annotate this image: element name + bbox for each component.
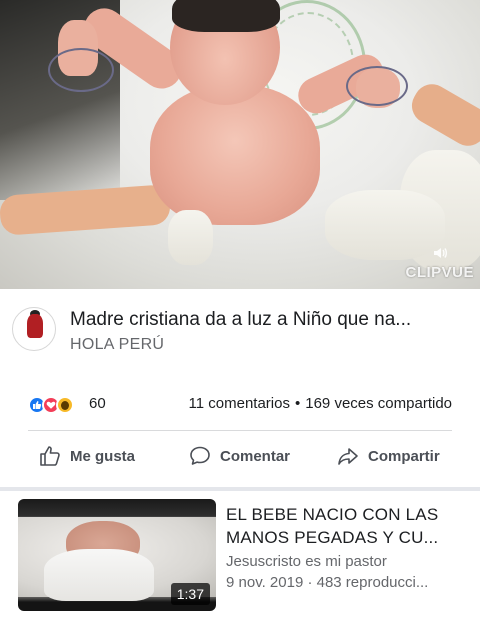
thumbs-up-icon xyxy=(38,444,62,468)
suggested-meta: 9 nov. 2019 · 483 reproducci... xyxy=(226,574,429,591)
thumbnail-blanket xyxy=(44,549,154,601)
reactions-bar: 60 11 comentarios • 169 veces compartido xyxy=(0,386,480,422)
video-player[interactable]: CLIPVUE xyxy=(0,0,480,289)
comment-button[interactable]: Comentar xyxy=(188,444,290,468)
shares-count[interactable]: 169 veces compartido xyxy=(305,395,452,412)
baby-hair xyxy=(172,0,280,32)
share-label: Compartir xyxy=(368,447,440,465)
watermark-brand: CLIPVUE xyxy=(405,264,474,281)
action-bar: Me gusta Comentar Compartir xyxy=(0,440,480,474)
wow-reaction-icon xyxy=(56,396,74,414)
comment-bubble-icon xyxy=(188,444,212,468)
video-duration: 1:37 xyxy=(170,583,210,605)
reaction-count[interactable]: 60 xyxy=(89,395,106,412)
highlight-circle-left xyxy=(48,48,114,92)
comment-label: Comentar xyxy=(220,447,291,465)
video-thumbnail[interactable]: 1:37 xyxy=(18,499,216,611)
highlight-circle-right xyxy=(346,66,408,106)
divider xyxy=(28,430,452,431)
logo-figure xyxy=(27,314,43,338)
engagement-meta: 11 comentarios • 169 veces compartido xyxy=(189,395,452,412)
like-button[interactable]: Me gusta xyxy=(38,444,135,468)
post-header: Madre cristiana da a luz a Niño que na..… xyxy=(0,289,480,369)
baby-body xyxy=(150,85,320,225)
suggested-video[interactable]: 1:37 EL BEBE NACIO CON LAS MANOS PEGADAS… xyxy=(0,495,480,615)
speaker-sound-icon[interactable] xyxy=(432,245,448,265)
page-logo-icon[interactable] xyxy=(12,307,56,351)
reaction-icons[interactable] xyxy=(28,396,84,416)
share-arrow-icon xyxy=(336,444,360,468)
comments-count[interactable]: 11 comentarios xyxy=(189,395,290,412)
glove xyxy=(168,210,213,265)
like-label: Me gusta xyxy=(70,447,136,465)
suggested-title-line: MANOS PEGADAS Y CU... xyxy=(226,528,439,547)
video-watermark: CLIPVUE xyxy=(405,245,474,281)
suggested-title-line: EL BEBE NACIO CON LAS xyxy=(226,505,439,524)
section-separator xyxy=(0,487,480,491)
suggested-title[interactable]: EL BEBE NACIO CON LAS MANOS PEGADAS Y CU… xyxy=(226,503,466,549)
share-button[interactable]: Compartir xyxy=(336,444,440,468)
post-source[interactable]: HOLA PERÚ xyxy=(70,336,164,354)
post-title[interactable]: Madre cristiana da a luz a Niño que na..… xyxy=(70,309,470,331)
meta-separator: • xyxy=(294,395,301,412)
suggested-channel[interactable]: Jesuscristo es mi pastor xyxy=(226,553,387,570)
